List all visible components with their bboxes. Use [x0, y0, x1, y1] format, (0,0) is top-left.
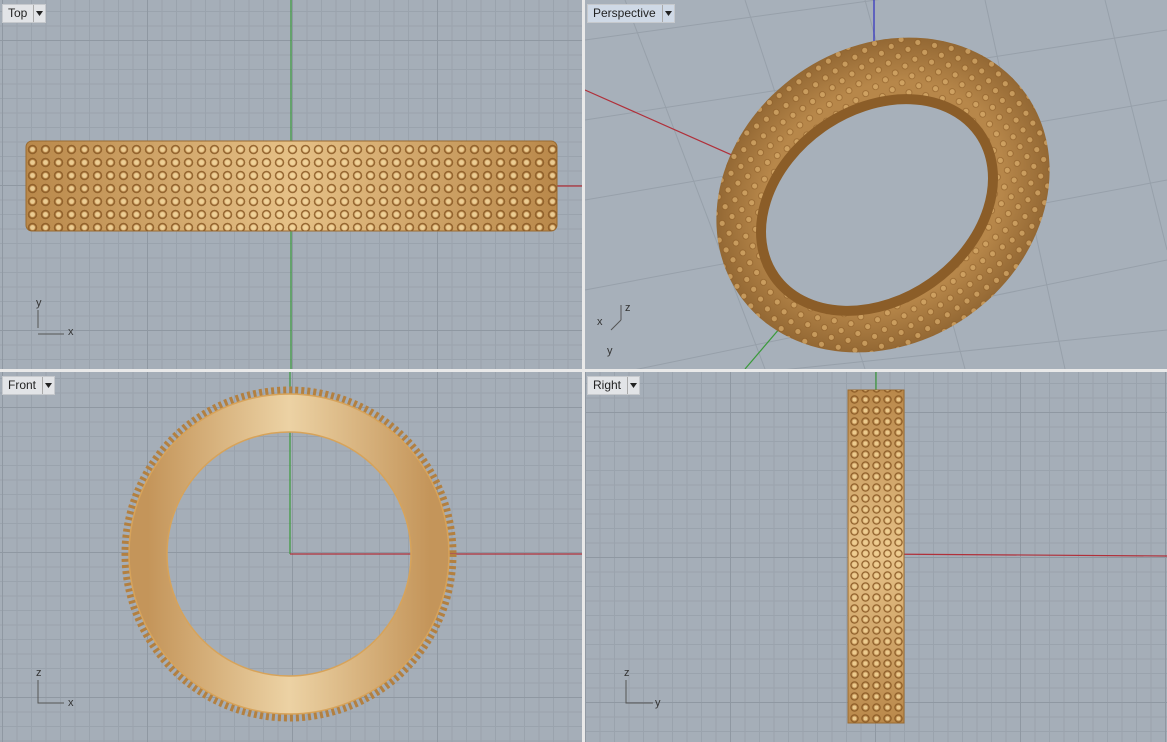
axis-label-y: y [36, 297, 42, 309]
axis-label-x: x [597, 316, 603, 328]
dropdown-arrow-icon[interactable] [42, 377, 54, 394]
right-scene: z y [624, 372, 1167, 724]
top-scene: y x [25, 0, 582, 369]
dropdown-arrow-icon[interactable] [627, 377, 639, 394]
front-scene: z x [36, 372, 582, 722]
viewport-top[interactable]: Top y x [0, 0, 582, 369]
viewport-tab-top[interactable]: Top [2, 4, 47, 23]
viewport-right[interactable]: Right z y [585, 372, 1167, 742]
viewport-label: Perspective [593, 6, 656, 20]
viewport-label: Right [593, 378, 622, 392]
axis-label-y: y [655, 697, 661, 709]
axis-label-x: x [68, 697, 74, 709]
ring-perspective [716, 37, 1050, 353]
dropdown-arrow-icon[interactable] [33, 5, 45, 22]
axis-label-x: x [68, 326, 74, 338]
dropdown-arrow-icon[interactable] [661, 5, 674, 22]
axis-label-y: y [607, 345, 613, 357]
viewport-tab-perspective[interactable]: Perspective [587, 4, 675, 23]
viewport-front[interactable]: Front z x [0, 372, 582, 742]
axis-label-z: z [625, 302, 631, 314]
viewport-perspective[interactable]: Perspective z x y [585, 0, 1167, 369]
perspective-scene: z x y [585, 0, 1167, 369]
y-axis-line [875, 553, 1167, 557]
axis-label-z: z [36, 667, 42, 679]
viewport-label: Top [8, 6, 28, 20]
viewport-tab-right[interactable]: Right [587, 376, 641, 395]
viewport-tab-front[interactable]: Front [2, 376, 56, 395]
viewport-label: Front [8, 378, 37, 392]
axis-label-z: z [624, 667, 630, 679]
